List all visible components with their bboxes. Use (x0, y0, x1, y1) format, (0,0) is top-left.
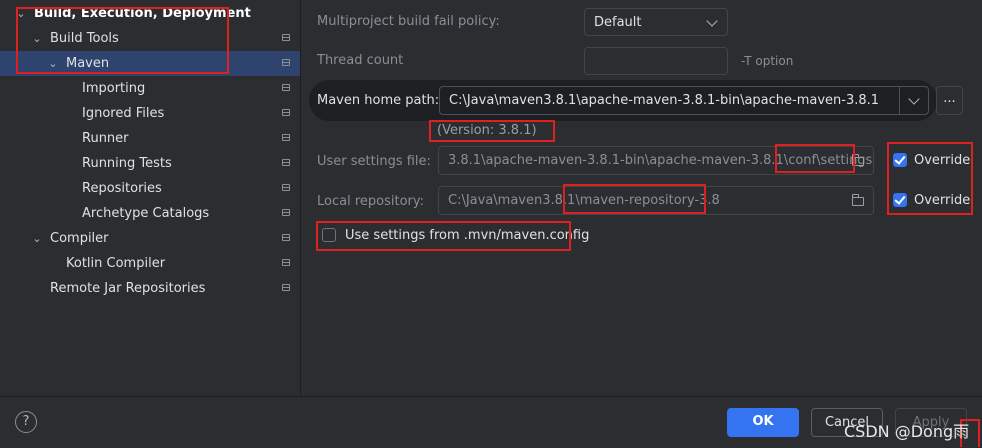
ok-button[interactable]: OK (727, 408, 799, 437)
dialog-footer: ? OK Cancel Apply (0, 396, 982, 448)
maven-home-browse-button[interactable]: ... (936, 86, 963, 115)
annotation-box (316, 221, 571, 251)
project-settings-icon (282, 159, 290, 166)
tree-item-importing[interactable]: Importing (0, 76, 300, 101)
chevron-down-icon[interactable] (908, 93, 920, 105)
fail-policy-label: Multiproject build fail policy: (317, 14, 500, 29)
tree-item-running-tests[interactable]: Running Tests (0, 151, 300, 176)
project-settings-icon (282, 234, 290, 241)
project-settings-icon (282, 284, 290, 291)
tree-item-ignored-files[interactable]: Ignored Files (0, 101, 300, 126)
annotation-box (563, 184, 706, 214)
tree-item-repositories[interactable]: Repositories (0, 176, 300, 201)
annotation-box (775, 144, 855, 173)
tree-item-label: Importing (82, 81, 146, 96)
tree-item-label: Ignored Files (82, 106, 165, 121)
annotation-box (429, 120, 555, 142)
folder-icon[interactable] (852, 194, 864, 206)
project-settings-icon (282, 134, 290, 141)
tree-item-archetype-catalogs[interactable]: Archetype Catalogs (0, 201, 300, 226)
maven-home-combobox[interactable]: C:\Java\maven3.8.1\apache-maven-3.8.1-bi… (439, 86, 929, 115)
settings-tree: ⌄ Build, Execution, Deployment ⌄ Build T… (0, 0, 301, 396)
watermark-text: CSDN @Dong雨 (844, 422, 970, 441)
project-settings-icon (282, 259, 290, 266)
tree-item-label: Kotlin Compiler (66, 256, 166, 271)
project-settings-icon (282, 59, 290, 66)
project-settings-icon (282, 209, 290, 216)
tree-item-label: Remote Jar Repositories (50, 281, 206, 296)
project-settings-icon (282, 109, 290, 116)
maven-home-value: C:\Java\maven3.8.1\apache-maven-3.8.1-bi… (449, 93, 880, 108)
fail-policy-dropdown[interactable]: Default (584, 8, 728, 36)
tree-item-label: Repositories (82, 181, 162, 196)
tree-item-runner[interactable]: Runner (0, 126, 300, 151)
project-settings-icon (282, 34, 290, 41)
annotation-box (16, 7, 229, 74)
thread-count-label: Thread count (317, 53, 404, 68)
chevron-down-icon[interactable]: ⌄ (32, 226, 42, 251)
local-repository-label: Local repository: (317, 194, 424, 209)
tree-item-label: Running Tests (82, 156, 172, 171)
fail-policy-value: Default (594, 15, 642, 30)
thread-count-input[interactable] (584, 47, 728, 75)
maven-settings-panel: Multiproject build fail policy: Default … (301, 0, 982, 396)
tree-item-kotlin-compiler[interactable]: Kotlin Compiler (0, 251, 300, 276)
tree-item-compiler[interactable]: ⌄ Compiler (0, 226, 300, 251)
browse-label: ... (943, 91, 956, 106)
tree-item-label: Archetype Catalogs (82, 206, 210, 221)
chevron-down-icon (706, 15, 718, 27)
tree-item-label: Runner (82, 131, 129, 146)
tree-item-label: Compiler (50, 231, 109, 246)
thread-count-hint: -T option (741, 54, 794, 68)
maven-home-label: Maven home path: (317, 93, 440, 108)
combobox-divider (899, 87, 900, 114)
project-settings-icon (282, 184, 290, 191)
project-settings-icon (282, 84, 290, 91)
annotation-box (887, 142, 973, 215)
tree-item-remote-jar-repositories[interactable]: Remote Jar Repositories (0, 276, 300, 301)
user-settings-label: User settings file: (317, 154, 431, 169)
help-icon[interactable]: ? (15, 411, 37, 433)
